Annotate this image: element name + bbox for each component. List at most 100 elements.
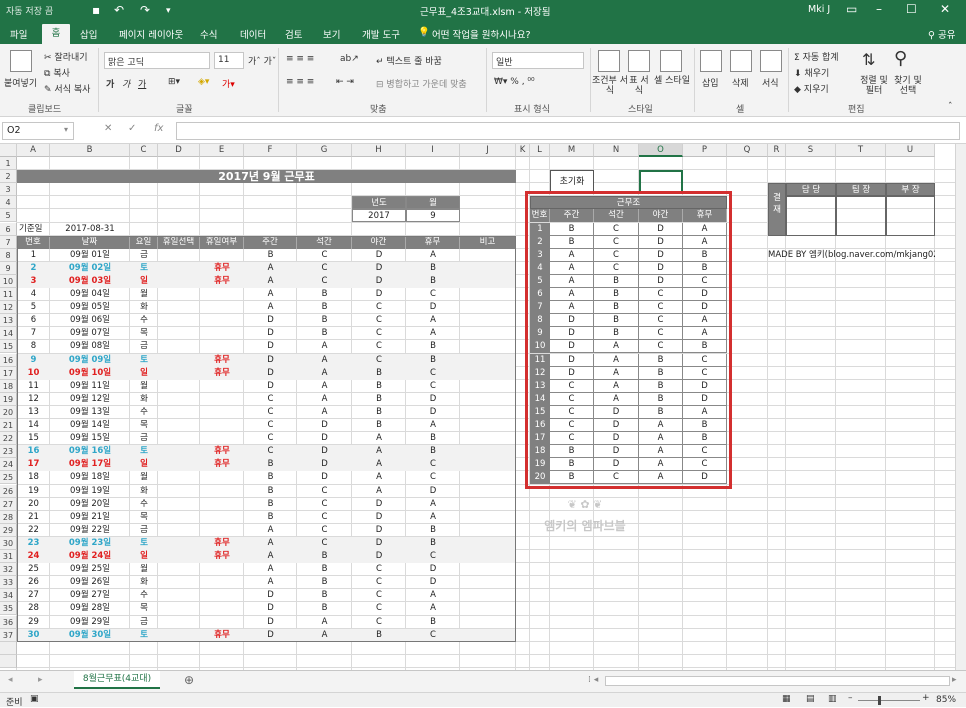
row-note[interactable] (460, 498, 516, 511)
row-holiday-select[interactable] (158, 616, 200, 629)
tab-view[interactable]: 보기 (323, 27, 340, 41)
row-holiday-select[interactable] (158, 340, 200, 353)
font-color-icon[interactable]: 가▾ (222, 77, 235, 90)
row-header[interactable] (0, 654, 17, 668)
cell-styles-button[interactable]: 셀 스타일 (654, 76, 690, 86)
magnifier-icon[interactable]: ⚲ (894, 48, 907, 69)
row-note[interactable] (460, 471, 516, 484)
fill-button[interactable]: ⬇ 채우기 (794, 66, 829, 79)
row-note[interactable] (460, 550, 516, 564)
column-header-s[interactable]: S (786, 144, 836, 157)
redo-icon[interactable]: ↷ (140, 3, 150, 17)
column-header-h[interactable]: H (352, 144, 406, 157)
conditional-format-icon[interactable] (598, 50, 620, 72)
base-date-value[interactable]: 2017-08-31 (50, 223, 130, 236)
row-header[interactable]: 29 (0, 523, 17, 537)
row-header[interactable]: 35 (0, 602, 17, 616)
row-header[interactable]: 13 (0, 314, 17, 328)
align-top-icon[interactable]: ≡ ≡ ≡ (286, 54, 314, 64)
row-header[interactable]: 28 (0, 510, 17, 524)
row-note[interactable] (460, 366, 516, 380)
row-header[interactable]: 37 (0, 628, 17, 642)
macro-record-icon[interactable]: ▣ (30, 694, 39, 704)
column-header-g[interactable]: G (297, 144, 352, 157)
column-header-l[interactable]: L (530, 144, 550, 157)
copy-button[interactable]: ⧉ 복사 (44, 66, 70, 79)
cancel-icon[interactable]: ✕ (104, 123, 112, 134)
row-note[interactable] (460, 340, 516, 353)
row-holiday-select[interactable] (158, 576, 200, 589)
row-header[interactable]: 19 (0, 392, 17, 406)
row-holiday-select[interactable] (158, 628, 200, 642)
row-header[interactable]: 16 (0, 353, 17, 367)
row-header[interactable]: 33 (0, 576, 17, 590)
row-header[interactable]: 22 (0, 432, 17, 446)
row-header[interactable] (0, 641, 17, 655)
row-header[interactable]: 30 (0, 536, 17, 550)
row-holiday-select[interactable] (158, 327, 200, 340)
format-table-icon[interactable] (628, 50, 650, 72)
autosave-label[interactable]: 자동 저장 끔 (6, 4, 53, 17)
reset-button[interactable]: 초기화 (550, 170, 594, 193)
column-header-d[interactable]: D (158, 144, 200, 157)
grow-font-icon[interactable]: 가ˆ 가ˇ (248, 54, 276, 67)
row-header[interactable]: 7 (0, 235, 17, 249)
paste-button[interactable]: 붙여넣기 (4, 76, 37, 89)
sort-filter-icon[interactable]: ⇅ (862, 50, 875, 69)
column-header-j[interactable]: J (460, 144, 516, 157)
namebox-dropdown-icon[interactable]: ▾ (64, 125, 68, 134)
column-header-r[interactable]: R (768, 144, 786, 157)
approval-sign-box[interactable] (786, 196, 836, 236)
row-note[interactable] (460, 616, 516, 629)
row-note[interactable] (460, 589, 516, 602)
year-value[interactable]: 2017 (352, 209, 406, 223)
row-header[interactable]: 31 (0, 550, 17, 564)
row-note[interactable] (460, 274, 516, 288)
vertical-scrollbar[interactable] (955, 144, 966, 670)
row-header[interactable]: 14 (0, 327, 17, 341)
approval-sign-box[interactable] (836, 196, 886, 236)
row-note[interactable] (460, 249, 516, 262)
page-layout-view-icon[interactable]: ▤ (806, 694, 815, 704)
row-holiday-select[interactable] (158, 589, 200, 602)
format-cells-icon[interactable] (760, 50, 782, 72)
row-note[interactable] (460, 628, 516, 642)
customize-qat-icon[interactable]: ▾ (166, 6, 171, 16)
currency-icon[interactable]: ₩▾ % , ⁰⁰ (494, 77, 535, 87)
row-holiday-select[interactable] (158, 432, 200, 445)
row-holiday-select[interactable] (158, 485, 200, 498)
column-header-c[interactable]: C (130, 144, 158, 157)
selected-cell-o2[interactable] (639, 170, 683, 195)
row-note[interactable] (460, 380, 516, 393)
insert-cells-icon[interactable] (700, 50, 722, 72)
month-value[interactable]: 9 (406, 209, 460, 223)
row-header[interactable]: 24 (0, 458, 17, 472)
format-as-table-button[interactable]: 표 서식 (626, 76, 652, 96)
ribbon-display-icon[interactable]: ▭ (846, 2, 857, 16)
row-header[interactable]: 27 (0, 497, 17, 511)
row-note[interactable] (460, 406, 516, 419)
row-header[interactable]: 34 (0, 589, 17, 603)
row-header[interactable]: 21 (0, 419, 17, 433)
row-holiday-select[interactable] (158, 261, 200, 275)
row-holiday-select[interactable] (158, 406, 200, 419)
approval-sign-box[interactable] (886, 196, 935, 236)
row-header[interactable]: 12 (0, 301, 17, 315)
row-note[interactable] (460, 353, 516, 367)
find-select-button[interactable]: 찾기 및 선택 (890, 76, 926, 96)
row-header[interactable]: 5 (0, 209, 17, 223)
row-holiday-select[interactable] (158, 498, 200, 511)
row-note[interactable] (460, 419, 516, 432)
row-note[interactable] (460, 485, 516, 498)
row-holiday-select[interactable] (158, 249, 200, 262)
column-header-m[interactable]: M (550, 144, 594, 157)
tab-insert[interactable]: 삽입 (80, 27, 97, 41)
row-header[interactable]: 18 (0, 379, 17, 393)
delete-button[interactable]: 삭제 (732, 76, 749, 89)
align-left-icon[interactable]: ≡ ≡ ≡ (286, 77, 314, 87)
paste-icon[interactable] (10, 50, 32, 72)
row-header[interactable]: 17 (0, 366, 17, 380)
column-header-t[interactable]: T (836, 144, 886, 157)
column-header-e[interactable]: E (200, 144, 244, 157)
row-note[interactable] (460, 602, 516, 615)
